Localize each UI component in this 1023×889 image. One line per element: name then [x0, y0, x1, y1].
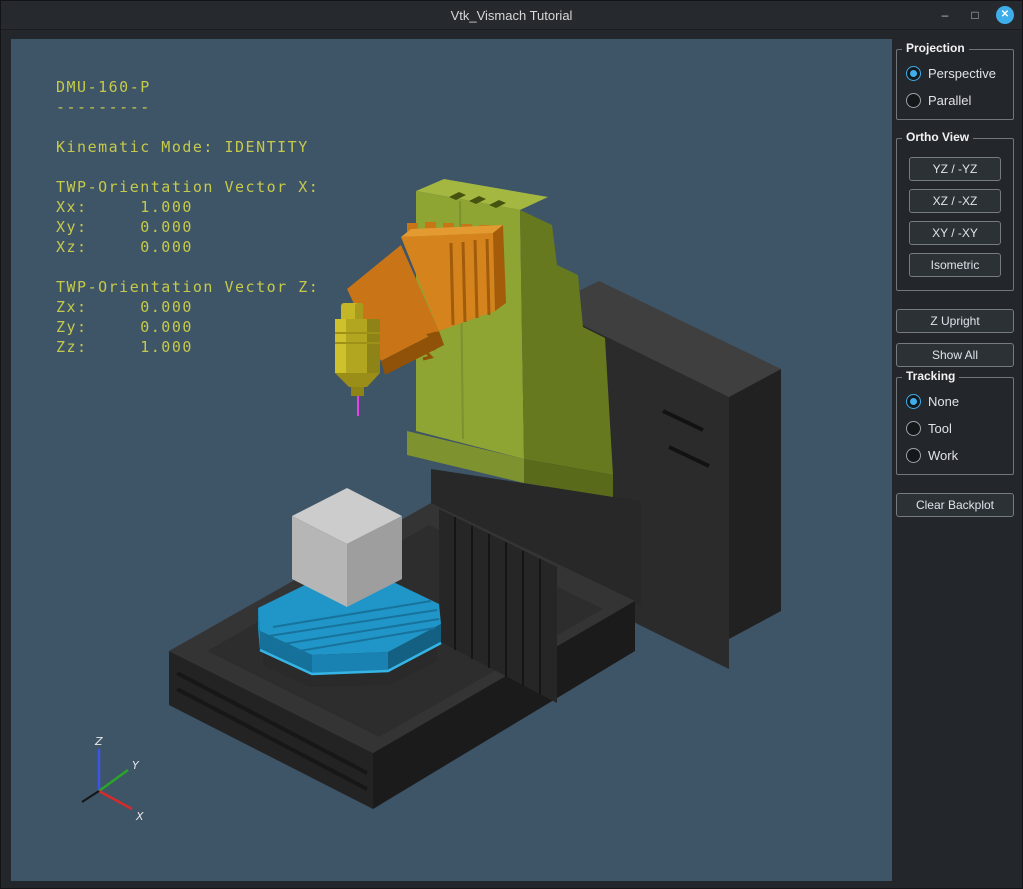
control-sidebar: Projection Perspective Parallel Ortho Vi…: [896, 49, 1014, 527]
x-axis-arrow: [99, 791, 132, 809]
viewport-3d[interactable]: Z Y X DMU-160-P --------- Kinematic Mode…: [11, 39, 892, 881]
radio-perspective-label: Perspective: [928, 66, 996, 81]
ortho-view-group: Ortho View YZ / -YZ XZ / -XZ XY / -XY Is…: [896, 138, 1014, 291]
yz-view-button[interactable]: YZ / -YZ: [909, 157, 1001, 181]
radio-indicator-icon: [906, 448, 921, 463]
x-axis-label: X: [135, 810, 144, 823]
titlebar: Vtk_Vismach Tutorial – □ ✕: [1, 1, 1022, 30]
radio-indicator-icon: [906, 66, 921, 81]
radio-perspective[interactable]: Perspective: [902, 60, 1008, 87]
maximize-button[interactable]: □: [966, 6, 984, 24]
radio-tracking-tool-label: Tool: [928, 421, 952, 436]
xy-view-button[interactable]: XY / -XY: [909, 221, 1001, 245]
tracking-group-label: Tracking: [902, 369, 959, 383]
app-window: Vtk_Vismach Tutorial – □ ✕: [0, 0, 1023, 889]
window-controls: – □ ✕: [936, 1, 1014, 29]
isometric-view-button[interactable]: Isometric: [909, 253, 1001, 277]
window-title: Vtk_Vismach Tutorial: [451, 8, 573, 23]
minimize-button[interactable]: –: [936, 6, 954, 24]
z-axis-label: Z: [94, 735, 103, 748]
show-all-button[interactable]: Show All: [896, 343, 1014, 367]
radio-parallel-label: Parallel: [928, 93, 971, 108]
radio-parallel[interactable]: Parallel: [902, 87, 1008, 114]
radio-tracking-none-label: None: [928, 394, 959, 409]
ortho-view-group-label: Ortho View: [902, 130, 973, 144]
z-upright-button[interactable]: Z Upright: [896, 309, 1014, 333]
neg-axis-stub: [82, 791, 99, 802]
xz-view-button[interactable]: XZ / -XZ: [909, 189, 1001, 213]
radio-tracking-none[interactable]: None: [902, 388, 1008, 415]
kinematics-overlay-text: DMU-160-P --------- Kinematic Mode: IDEN…: [56, 77, 319, 357]
radio-indicator-icon: [906, 421, 921, 436]
projection-group: Projection Perspective Parallel: [896, 49, 1014, 120]
radio-tracking-tool[interactable]: Tool: [902, 415, 1008, 442]
axis-triad: Z Y X: [82, 735, 144, 823]
y-axis-arrow: [99, 770, 128, 791]
radio-indicator-icon: [906, 93, 921, 108]
projection-group-label: Projection: [902, 41, 969, 55]
y-axis-label: Y: [132, 759, 140, 772]
radio-tracking-work[interactable]: Work: [902, 442, 1008, 469]
tracking-group: Tracking None Tool Work: [896, 377, 1014, 475]
tool-spindle: [335, 303, 380, 416]
radio-indicator-icon: [906, 394, 921, 409]
radio-tracking-work-label: Work: [928, 448, 958, 463]
close-button[interactable]: ✕: [996, 6, 1014, 24]
clear-backplot-button[interactable]: Clear Backplot: [896, 493, 1014, 517]
